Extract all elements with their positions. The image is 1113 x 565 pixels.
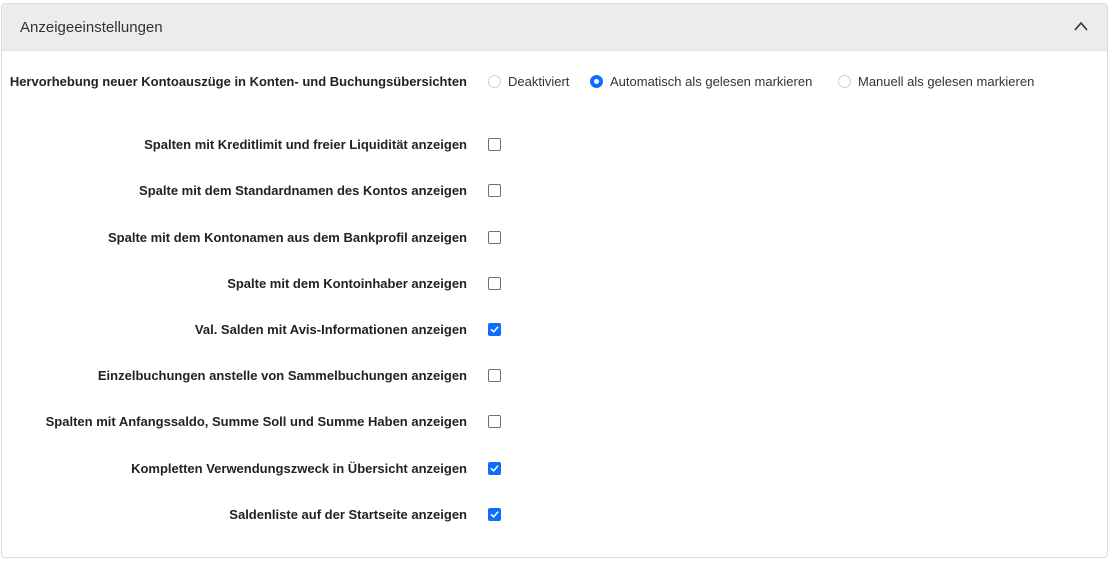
checkmark-icon [490, 326, 499, 333]
setting-checkbox[interactable] [488, 184, 501, 197]
checkmark-icon [490, 465, 499, 472]
setting-row: Spalte mit dem Kontonamen aus dem Bankpr… [2, 227, 1107, 248]
radio-label-manuell: Manuell als gelesen markieren [858, 74, 1035, 89]
setting-row: Spalte mit dem Kontoinhaber anzeigen [2, 273, 1107, 294]
radio-deaktiviert[interactable] [488, 75, 501, 88]
setting-row: Spalten mit Anfangssaldo, Summe Soll und… [2, 411, 1107, 432]
setting-checkbox[interactable] [488, 369, 501, 382]
setting-checkbox[interactable] [488, 231, 501, 244]
highlight-setting-label: Hervorhebung neuer Kontoauszüge in Konte… [9, 74, 467, 89]
setting-label: Val. Salden mit Avis-Informationen anzei… [194, 322, 467, 337]
setting-label: Saldenliste auf der Startseite anzeigen [229, 507, 467, 522]
panel-title: Anzeigeeinstellungen [20, 19, 163, 36]
setting-label: Spalten mit Kreditlimit und freier Liqui… [144, 137, 467, 152]
setting-row: Val. Salden mit Avis-Informationen anzei… [2, 319, 1107, 340]
setting-label: Spalte mit dem Kontonamen aus dem Bankpr… [107, 230, 467, 245]
setting-checkbox[interactable] [488, 277, 501, 290]
setting-row: Saldenliste auf der Startseite anzeigen [2, 504, 1107, 525]
setting-row: Spalten mit Kreditlimit und freier Liqui… [2, 134, 1107, 155]
setting-label: Spalte mit dem Standardnamen des Kontos … [139, 183, 467, 198]
display-settings-panel: Anzeigeeinstellungen Hervorhebung neuer … [1, 3, 1108, 558]
setting-checkbox[interactable] [488, 323, 501, 336]
radio-automatisch[interactable] [590, 75, 603, 88]
highlight-setting-row: Hervorhebung neuer Kontoauszüge in Konte… [2, 71, 1107, 115]
setting-row: Einzelbuchungen anstelle von Sammelbuchu… [2, 365, 1107, 386]
panel-header[interactable]: Anzeigeeinstellungen [2, 4, 1107, 51]
radio-manuell[interactable] [838, 75, 851, 88]
checkmark-icon [490, 511, 499, 518]
setting-label: Spalten mit Anfangssaldo, Summe Soll und… [45, 414, 467, 429]
setting-label: Spalte mit dem Kontoinhaber anzeigen [227, 276, 467, 291]
setting-label: Einzelbuchungen anstelle von Sammelbuchu… [97, 368, 467, 383]
chevron-up-icon[interactable] [1073, 20, 1089, 32]
setting-checkbox[interactable] [488, 462, 501, 475]
setting-row: Kompletten Verwendungszweck in Übersicht… [2, 458, 1107, 479]
setting-label: Kompletten Verwendungszweck in Übersicht… [131, 461, 467, 476]
setting-checkbox[interactable] [488, 138, 501, 151]
setting-checkbox[interactable] [488, 508, 501, 521]
setting-checkbox[interactable] [488, 415, 501, 428]
radio-label-deaktiviert: Deaktiviert [508, 74, 570, 89]
radio-label-automatisch: Automatisch als gelesen markieren [610, 74, 813, 89]
setting-row: Spalte mit dem Standardnamen des Kontos … [2, 180, 1107, 201]
